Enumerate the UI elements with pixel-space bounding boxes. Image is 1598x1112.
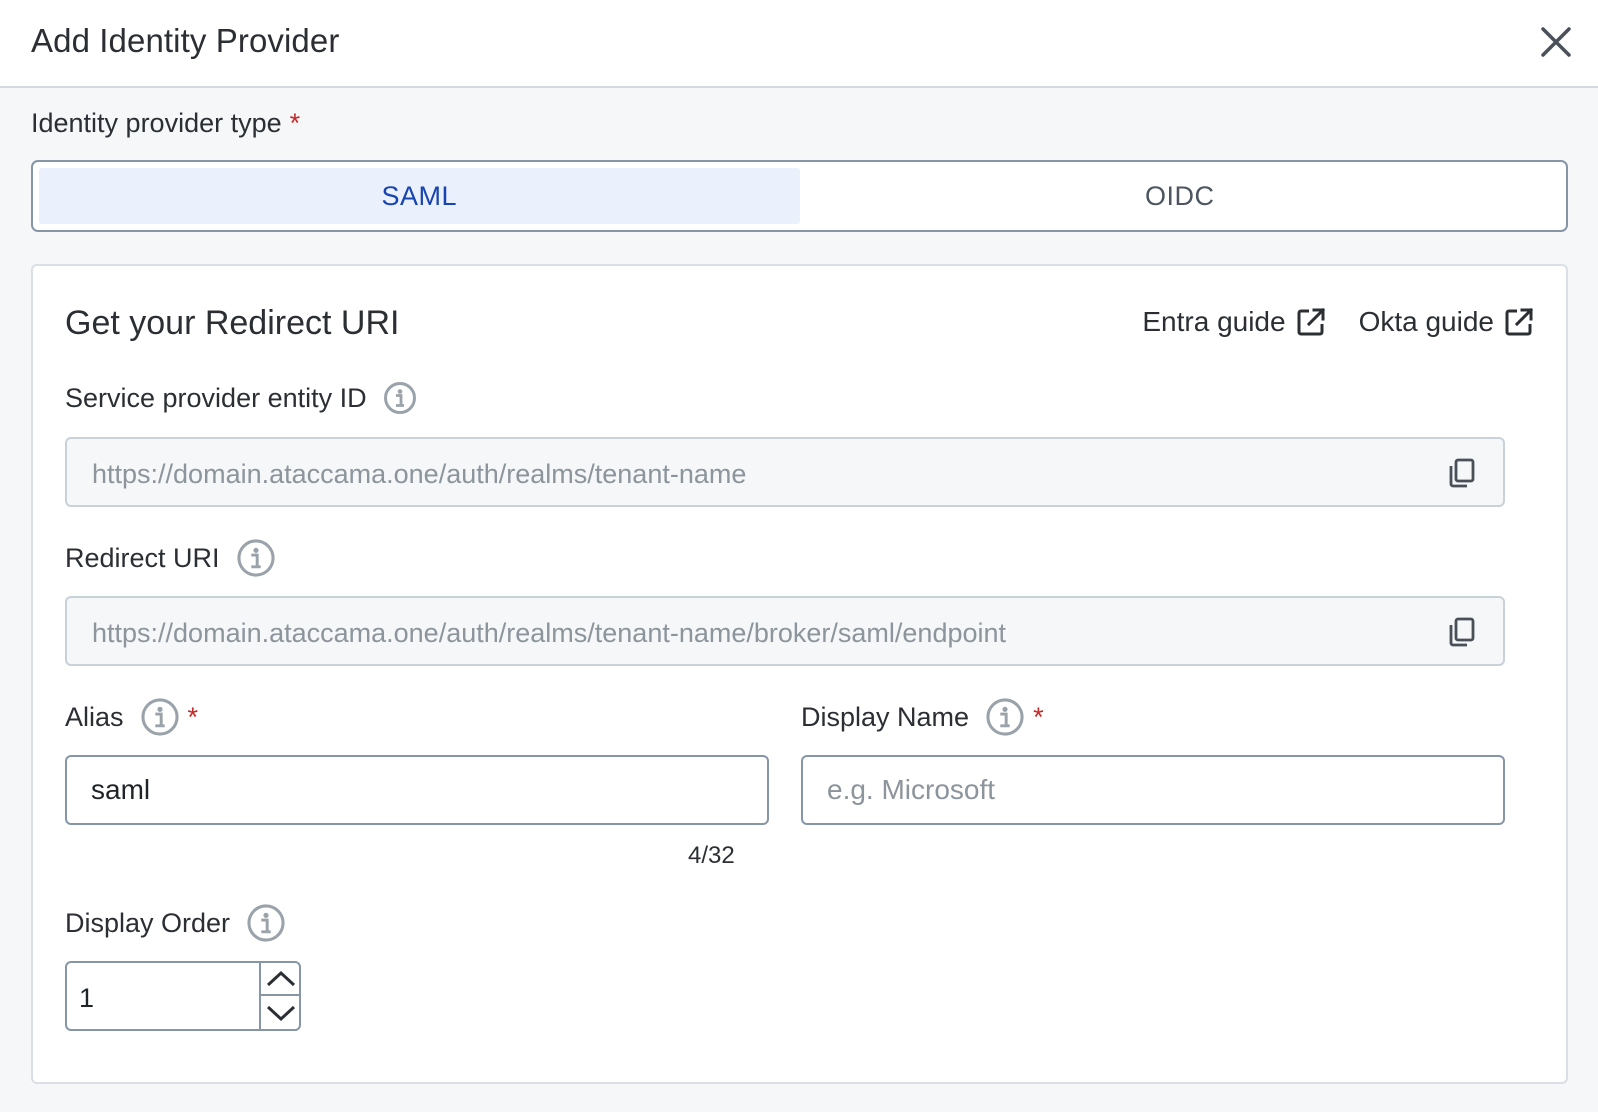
display-name-input-wrapper: [801, 755, 1505, 825]
increment-button[interactable]: [261, 963, 301, 996]
entity-id-label: Service provider entity ID: [65, 381, 417, 415]
entra-guide-link[interactable]: Entra guide: [1142, 306, 1325, 338]
redirect-uri-card: Get your Redirect URI Entra guide Okta g…: [31, 264, 1568, 1084]
entity-id-label-text: Service provider entity ID: [65, 382, 367, 413]
info-icon[interactable]: [383, 381, 417, 415]
external-link-icon: [1297, 307, 1325, 336]
close-button[interactable]: [1536, 22, 1576, 62]
redirect-uri-value: https://domain.ataccama.one/auth/realms/…: [92, 618, 1007, 648]
copy-icon[interactable]: [1447, 616, 1477, 653]
alias-label: Alias *: [65, 697, 198, 737]
stepper-controls: [259, 963, 301, 1029]
alias-label-text: Alias: [65, 701, 124, 732]
add-identity-provider-dialog: Add Identity Provider Identity provider …: [0, 0, 1598, 1112]
entity-id-field[interactable]: https://domain.ataccama.one/auth/realms/…: [65, 437, 1505, 507]
display-order-value: 1: [79, 983, 95, 1013]
display-name-input[interactable]: [827, 757, 1479, 823]
okta-guide-link[interactable]: Okta guide: [1359, 306, 1534, 338]
info-icon[interactable]: [985, 697, 1025, 737]
entra-guide-label: Entra guide: [1142, 306, 1286, 337]
external-link-icon: [1505, 307, 1534, 336]
required-mark: *: [289, 108, 301, 138]
provider-type-saml[interactable]: SAML: [39, 168, 800, 224]
required-mark: *: [1033, 701, 1044, 732]
decrement-button[interactable]: [261, 996, 301, 1029]
dialog-title: Add Identity Provider: [31, 22, 340, 59]
entity-id-value: https://domain.ataccama.one/auth/realms/…: [92, 459, 747, 489]
alias-input[interactable]: [91, 757, 743, 823]
redirect-uri-label-text: Redirect URI: [65, 542, 220, 573]
provider-type-label-text: Identity provider type: [31, 108, 282, 138]
info-icon[interactable]: [140, 697, 180, 737]
copy-icon[interactable]: [1447, 457, 1477, 494]
alias-char-counter: 4/32: [688, 842, 735, 869]
okta-guide-label: Okta guide: [1358, 306, 1494, 337]
info-icon[interactable]: [246, 903, 286, 943]
required-mark: *: [187, 701, 199, 732]
redirect-uri-field[interactable]: https://domain.ataccama.one/auth/realms/…: [65, 596, 1505, 666]
display-order-label: Display Order: [65, 903, 286, 943]
close-icon: [1541, 27, 1571, 57]
display-order-stepper[interactable]: 1: [65, 961, 301, 1031]
info-icon[interactable]: [236, 538, 276, 578]
card-title: Get your Redirect URI: [65, 304, 400, 342]
display-name-label-text: Display Name: [801, 701, 970, 732]
chevron-down-icon: [266, 1005, 296, 1021]
display-name-label: Display Name *: [801, 697, 1044, 737]
redirect-uri-label: Redirect URI: [65, 538, 276, 578]
provider-type-oidc[interactable]: OIDC: [800, 168, 1561, 224]
display-order-label-text: Display Order: [65, 907, 231, 938]
guide-links: Entra guide Okta guide: [1142, 306, 1534, 338]
provider-type-label: Identity provider type *: [31, 108, 300, 139]
provider-type-selector: SAML OIDC: [31, 160, 1568, 232]
alias-input-wrapper: [65, 755, 769, 825]
dialog-header: Add Identity Provider: [0, 0, 1598, 88]
chevron-up-icon: [266, 970, 296, 986]
